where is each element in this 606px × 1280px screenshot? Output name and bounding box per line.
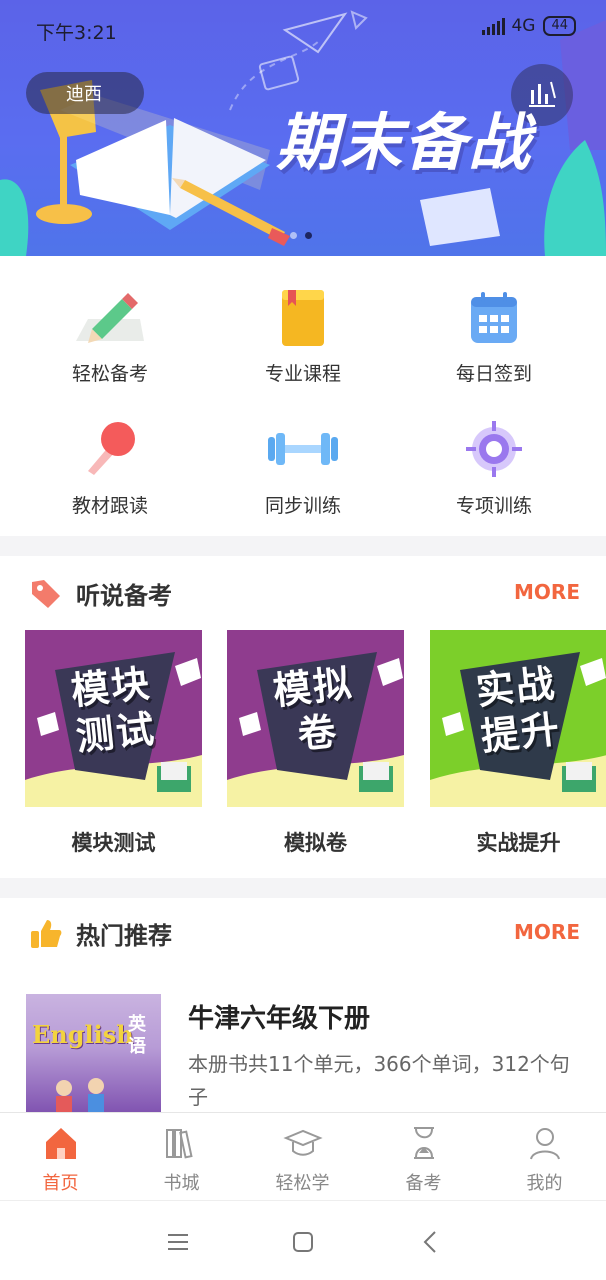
feature-label: 教材跟读 xyxy=(71,495,148,517)
recommended-book-item[interactable]: English 英 语 牛津六年级下册 本册书共11个单元，366个单词，312… xyxy=(0,970,606,1120)
carousel-indicator xyxy=(290,232,312,239)
back-icon[interactable] xyxy=(416,1227,446,1257)
feature-special-training[interactable]: 专项训练 xyxy=(393,388,595,518)
section-title: 热门推荐 xyxy=(76,922,172,950)
carousel-dot xyxy=(290,232,297,239)
feature-daily-checkin[interactable]: 每日签到 xyxy=(393,256,595,386)
more-link[interactable]: MORE xyxy=(514,920,580,944)
card-caption: 模拟卷 xyxy=(284,831,347,855)
home-page: 下午3:21 4G 44 迪西 期末备战 轻松备考 专业课程 每日签到 教材跟读… xyxy=(0,0,606,1280)
card-cover-text: 模拟 卷 xyxy=(270,661,356,757)
tab-label: 书城 xyxy=(163,1173,200,1194)
book-cover-word: English xyxy=(32,1020,134,1049)
feature-label: 同步训练 xyxy=(264,495,341,517)
recommend-section-header: 热门推荐 MORE xyxy=(0,896,606,968)
tag-icon xyxy=(32,580,60,608)
book-cover: English 英 语 xyxy=(26,994,161,1114)
promo-banner[interactable]: 下午3:21 4G 44 迪西 期末备战 xyxy=(0,0,606,256)
tab-easy-learn[interactable]: 轻松学 xyxy=(242,1113,363,1201)
home-square-icon[interactable] xyxy=(288,1227,318,1257)
bookshelf-icon xyxy=(165,1129,193,1159)
location-button[interactable]: 迪西 xyxy=(26,72,144,114)
card-cover: 模块 测试 xyxy=(25,630,202,807)
status-indicators: 4G 44 xyxy=(482,16,576,36)
tab-home[interactable]: 首页 xyxy=(0,1113,121,1201)
bottom-tab-bar: 首页 书城 轻松学 备考 我的 xyxy=(0,1112,606,1200)
network-type: 4G xyxy=(511,16,536,36)
card-cover-text: 实战 提升 xyxy=(473,661,563,759)
card-cover: 模拟 卷 xyxy=(227,630,404,807)
system-nav-bar xyxy=(0,1200,606,1280)
section-title: 听说备考 xyxy=(76,582,172,610)
dumbbell-icon xyxy=(268,432,338,465)
practice-card-list: 模块 测试 模块测试 模拟 卷 模拟卷 实战 提升 实战提升 xyxy=(0,630,606,860)
card-cover: 实战 提升 xyxy=(430,630,606,807)
thumbs-up-icon xyxy=(31,920,62,948)
status-time: 下午3:21 xyxy=(36,22,117,44)
microphone-icon xyxy=(88,421,135,475)
tab-mine[interactable]: 我的 xyxy=(484,1113,605,1201)
hourglass-icon xyxy=(413,1127,434,1159)
signal-icon xyxy=(482,17,506,35)
menu-icon[interactable] xyxy=(163,1227,193,1257)
book-cover-art xyxy=(56,1078,104,1114)
feature-textbook-reading[interactable]: 教材跟读 xyxy=(9,388,211,518)
tab-label: 我的 xyxy=(526,1173,563,1194)
practice-card-practical[interactable]: 实战 提升 实战提升 xyxy=(430,630,606,857)
calendar-icon xyxy=(471,291,517,343)
card-caption: 实战提升 xyxy=(476,831,561,855)
feature-label: 每日签到 xyxy=(455,363,532,385)
graduation-cap-icon xyxy=(282,1129,323,1156)
banner-headline: 期末备战 xyxy=(276,106,533,179)
feature-pro-courses[interactable]: 专业课程 xyxy=(202,256,404,386)
more-link[interactable]: MORE xyxy=(514,580,580,604)
feature-label: 轻松备考 xyxy=(71,363,148,385)
book-icon xyxy=(282,289,324,346)
listening-section-header: 听说备考 MORE xyxy=(0,556,606,628)
tab-exam-prep[interactable]: 备考 xyxy=(363,1113,484,1201)
feature-label: 专业课程 xyxy=(264,363,341,385)
tab-label: 首页 xyxy=(42,1173,79,1194)
location-label: 迪西 xyxy=(66,84,102,105)
section-divider xyxy=(0,878,606,898)
tab-bookstore[interactable]: 书城 xyxy=(121,1113,242,1201)
feature-label: 专项训练 xyxy=(455,495,532,517)
feature-sync-training[interactable]: 同步训练 xyxy=(202,388,404,518)
status-bar: 下午3:21 4G 44 xyxy=(0,0,606,60)
pencil-paper-icon xyxy=(76,292,144,343)
card-cover-text: 模块 测试 xyxy=(68,661,158,759)
practice-card-module-test[interactable]: 模块 测试 模块测试 xyxy=(25,630,202,857)
practice-card-mock-exam[interactable]: 模拟 卷 模拟卷 xyxy=(227,630,404,857)
home-icon xyxy=(45,1128,76,1159)
target-icon xyxy=(466,420,522,477)
user-icon xyxy=(529,1128,560,1160)
tab-label: 备考 xyxy=(405,1173,442,1194)
feature-grid: 轻松备考 专业课程 每日签到 教材跟读 同步训练 专项训练 xyxy=(0,256,606,536)
book-cover-cn: 英 语 xyxy=(128,1014,146,1057)
book-title: 牛津六年级下册 xyxy=(188,1004,371,1034)
carousel-dot-active xyxy=(305,232,312,239)
section-divider xyxy=(0,536,606,556)
book-description: 本册书共11个单元，366个单词，312个句子 xyxy=(188,1052,570,1109)
card-caption: 模块测试 xyxy=(71,831,156,855)
tab-label: 轻松学 xyxy=(275,1173,330,1194)
battery-icon: 44 xyxy=(543,16,576,36)
feature-easy-prep[interactable]: 轻松备考 xyxy=(9,256,211,386)
